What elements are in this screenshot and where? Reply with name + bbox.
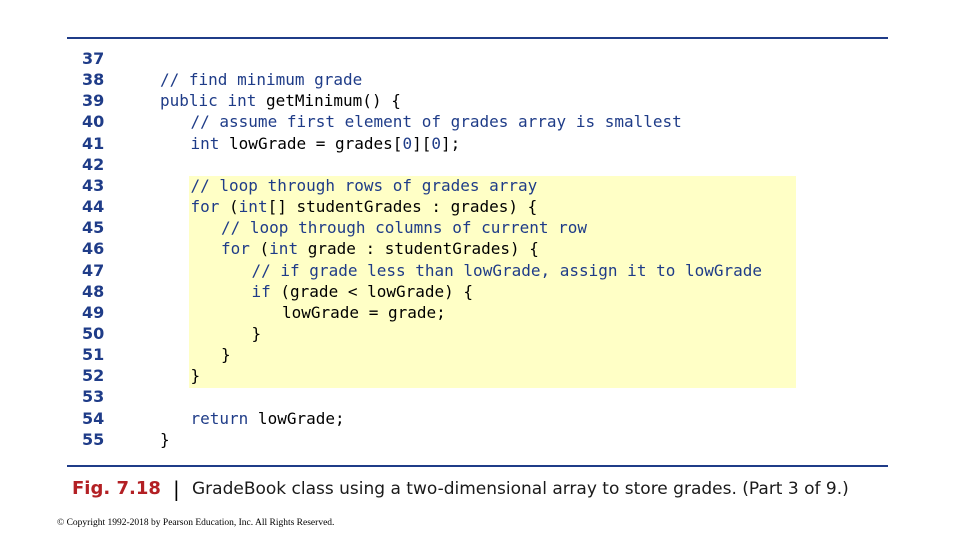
- copyright-notice: © Copyright 1992-2018 by Pearson Educati…: [57, 518, 335, 528]
- code-text: lowGrade = grade;: [282, 302, 446, 323]
- code-number: 0: [402, 133, 413, 153]
- code-number: 0: [431, 133, 441, 153]
- code-token: }: [251, 323, 262, 343]
- code-text: }: [191, 365, 201, 386]
- code-comment: // find minimum grade: [160, 70, 363, 90]
- line-number: 41: [82, 133, 105, 153]
- line-number: 42: [82, 154, 105, 174]
- code-comment: // assume first element of grades array …: [190, 112, 682, 132]
- code-token: lowGrade = grade;: [282, 302, 446, 322]
- line-number: 40: [82, 112, 105, 132]
- code-text: }: [160, 429, 170, 450]
- code-token: ][: [412, 133, 432, 153]
- caption-text: GradeBook class using a two-dimensional …: [192, 479, 849, 499]
- code-keyword: if: [251, 281, 271, 301]
- code-token: }: [160, 429, 170, 449]
- code-text: // if grade less than lowGrade, assign i…: [252, 260, 763, 281]
- code-token: (: [219, 197, 239, 217]
- code-text: for (int[] studentGrades : grades) {: [191, 196, 538, 217]
- line-number: 44: [82, 197, 105, 217]
- code-token: ];: [440, 133, 461, 153]
- code-text: public int getMinimum() {: [160, 90, 401, 111]
- code-keyword: return: [190, 408, 249, 428]
- code-text: }: [221, 344, 231, 365]
- line-number: 37: [82, 49, 105, 68]
- code-comment: // loop through columns of current row: [221, 218, 588, 238]
- code-token: (: [249, 239, 270, 259]
- code-text: int lowGrade = grades[0][0];: [191, 133, 461, 154]
- line-number: 51: [82, 345, 105, 365]
- code-token: grade : studentGrades) {: [298, 239, 539, 259]
- line-number: 49: [82, 302, 105, 322]
- code-comment: // loop through rows of grades array: [190, 175, 538, 195]
- code-keyword: int: [190, 133, 220, 153]
- line-number: 39: [82, 91, 105, 111]
- code-text: return lowGrade;: [191, 408, 345, 429]
- code-token: getMinimum() {: [256, 91, 401, 111]
- bottom-rule: [67, 465, 888, 467]
- line-number: 47: [82, 260, 105, 280]
- code-text: // loop through columns of current row: [221, 217, 587, 238]
- caption-separator: |: [173, 477, 180, 501]
- code-keyword: for: [190, 197, 220, 217]
- line-number: 48: [82, 281, 105, 301]
- code-token: lowGrade;: [248, 408, 345, 428]
- code-token: lowGrade = grades[: [219, 133, 403, 153]
- top-rule: [67, 37, 888, 39]
- line-number: 52: [82, 366, 105, 386]
- line-number: 53: [82, 387, 105, 407]
- line-number: 55: [82, 429, 105, 449]
- code-text: // loop through rows of grades array: [191, 175, 538, 196]
- code-text: }: [252, 323, 262, 344]
- code-token: }: [190, 366, 201, 386]
- figure-label: Fig. 7.18: [72, 478, 161, 499]
- code-keyword: int: [227, 91, 257, 111]
- code-text: // assume first element of grades array …: [191, 111, 682, 132]
- code-keyword: public: [160, 91, 218, 111]
- line-number: 38: [82, 70, 105, 90]
- code-text: for (int grade : studentGrades) {: [221, 238, 539, 259]
- code-token: }: [221, 345, 231, 365]
- line-number: 50: [82, 323, 105, 343]
- code-keyword: int: [238, 197, 268, 217]
- code-text: if (grade < lowGrade) {: [252, 281, 474, 302]
- line-number: 54: [82, 408, 105, 428]
- code-text: // find minimum grade: [160, 69, 362, 90]
- code-keyword: for: [221, 239, 250, 259]
- line-number: 45: [82, 218, 105, 238]
- line-number: 46: [82, 239, 105, 259]
- code-keyword: int: [269, 239, 299, 259]
- line-number: 43: [82, 175, 105, 195]
- code-comment: // if grade less than lowGrade, assign i…: [251, 260, 763, 280]
- code-token: (grade < lowGrade) {: [270, 281, 474, 301]
- code-token: [] studentGrades : grades) {: [267, 197, 538, 217]
